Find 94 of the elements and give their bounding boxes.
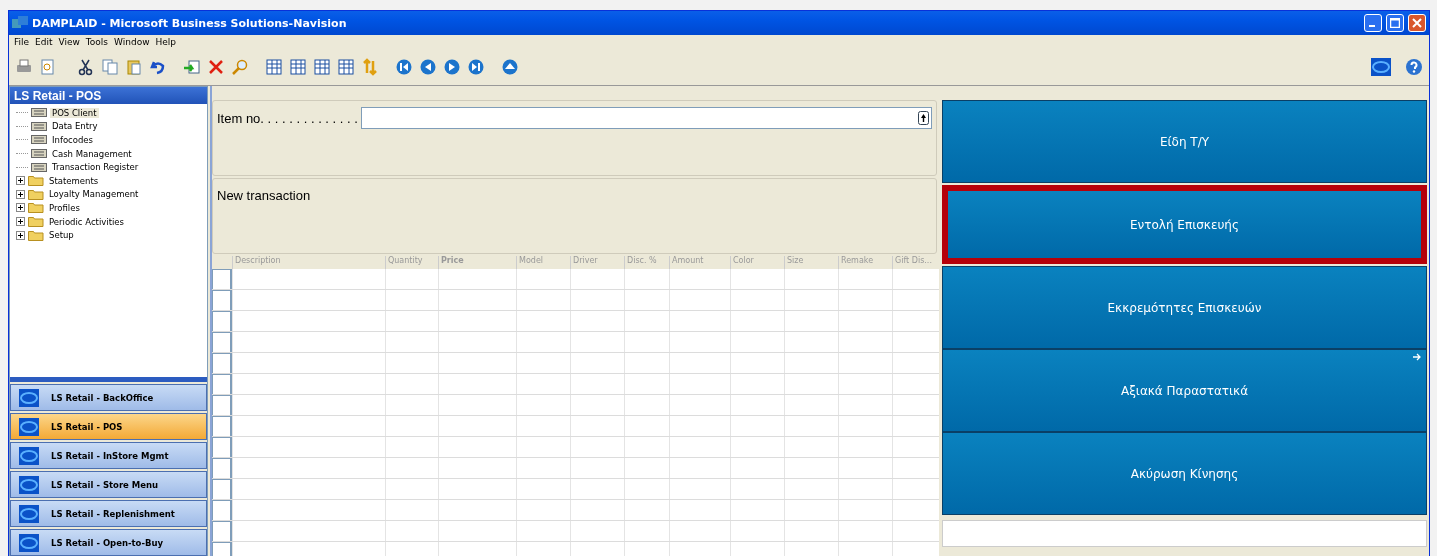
table-icon[interactable] [265,58,283,76]
shortcut-button[interactable]: LS Retail - POS [10,413,207,440]
row-selector[interactable] [212,542,232,556]
maximize-button[interactable] [1386,14,1404,32]
navigate-icon[interactable] [467,58,485,76]
app-icon [12,16,28,30]
minimize-button[interactable] [1364,14,1382,32]
folder-icon [28,216,44,228]
expand-icon[interactable] [16,203,25,213]
row-selector[interactable] [212,311,232,331]
navigate-icon[interactable] [443,58,461,76]
row-selector[interactable] [212,458,232,478]
table-icon[interactable] [337,58,355,76]
navigate-icon[interactable] [419,58,437,76]
app-logo-icon [19,533,39,552]
maximize-icon [1390,18,1400,28]
app-logo-icon [19,388,39,407]
shortcut-button[interactable]: LS Retail - Replenishment [10,500,207,527]
row-selector[interactable] [212,416,232,436]
post-icon[interactable] [183,58,201,76]
lookup-icon[interactable] [918,111,929,125]
pos-button[interactable]: Είδη Τ/Υ [942,100,1427,183]
tree-item[interactable]: Cash Management [50,148,134,159]
preview-icon[interactable] [39,58,57,76]
table-icon[interactable] [313,58,331,76]
window-title: DAMPLAID - Microsoft Business Solutions-Navision [32,16,348,30]
expand-icon[interactable] [16,176,25,186]
navigate-icon[interactable] [501,58,519,76]
help-icon[interactable] [1405,58,1423,76]
row-selector[interactable] [212,521,232,541]
navigation-pane-title: LS Retail - POS [10,87,207,104]
row-selector[interactable] [212,290,232,310]
app-logo-icon [19,475,39,494]
row-selector[interactable] [212,500,232,520]
paste-icon[interactable] [125,58,143,76]
item-number-field[interactable] [360,107,932,129]
row-selector[interactable] [212,479,232,499]
row-selector[interactable] [212,437,232,457]
cut-icon[interactable] [77,58,95,76]
folder-icon [28,175,44,187]
expand-icon[interactable] [16,217,25,227]
form-icon [31,135,47,145]
find-icon[interactable] [231,58,249,76]
shortcut-button[interactable]: LS Retail - Open-to-Buy [10,529,207,556]
expand-icon[interactable] [16,189,25,199]
row-selector[interactable] [212,332,232,352]
pos-button[interactable]: Αξιακά Παραστατικά [942,349,1427,432]
form-icon [31,108,47,118]
pos-button[interactable]: Εντολή Επισκευής [942,185,1427,264]
tree-item[interactable]: Transaction Register [50,162,141,173]
row-selector[interactable] [212,374,232,394]
row-selector[interactable] [212,353,232,373]
menu-item[interactable]: File [11,37,33,47]
tree-item[interactable]: Setup [47,230,76,241]
menu-item[interactable]: Help [152,37,180,47]
tree-item[interactable]: Infocodes [50,135,95,145]
sort-icon[interactable] [361,58,379,76]
expand-icon[interactable] [16,230,25,240]
folder-icon [28,188,44,200]
tree-item[interactable]: Loyalty Management [47,189,141,200]
field-label: Item no. . . . . . . . . . . . . . [217,110,358,126]
shortcut-button[interactable]: LS Retail - BackOffice [10,384,207,411]
copy-icon[interactable] [101,58,119,76]
input-field[interactable] [942,520,1427,547]
menu-item[interactable]: Edit [32,37,56,47]
tree-item[interactable]: POS Client [50,107,99,118]
tree-item[interactable]: Periodic Activities [47,216,127,227]
transaction-status: New transaction [217,188,311,203]
pos-button[interactable]: Εκκρεμότητες Επισκευών [942,266,1427,349]
navigate-icon[interactable] [395,58,413,76]
close-button[interactable] [1408,14,1426,32]
menu-item[interactable]: View [55,37,83,47]
tree-item[interactable]: Profiles [47,202,82,213]
folder-icon [28,229,44,241]
menu-item[interactable]: Window [111,37,153,47]
folder-icon [28,202,44,214]
close-icon [1412,18,1422,28]
form-icon [31,121,47,131]
table-icon[interactable] [289,58,307,76]
form-icon [31,162,47,172]
form-icon [31,149,47,159]
shortcut-button[interactable]: LS Retail - InStore Mgmt [10,442,207,469]
row-selector[interactable] [212,269,232,289]
del-icon[interactable] [207,58,225,76]
row-selector[interactable] [212,395,232,415]
pos-button[interactable]: Ακύρωση Κίνησης [942,432,1427,515]
menu-item[interactable]: Tools [82,37,112,47]
tree-item[interactable]: Data Entry [50,121,100,132]
shortcut-button[interactable]: LS Retail - Store Menu [10,471,207,498]
app-logo-icon [19,417,39,436]
app-logo-icon [1371,58,1391,76]
app-logo-icon [19,446,39,465]
tree-item[interactable]: Statements [47,175,101,186]
app-logo-icon [19,504,39,523]
